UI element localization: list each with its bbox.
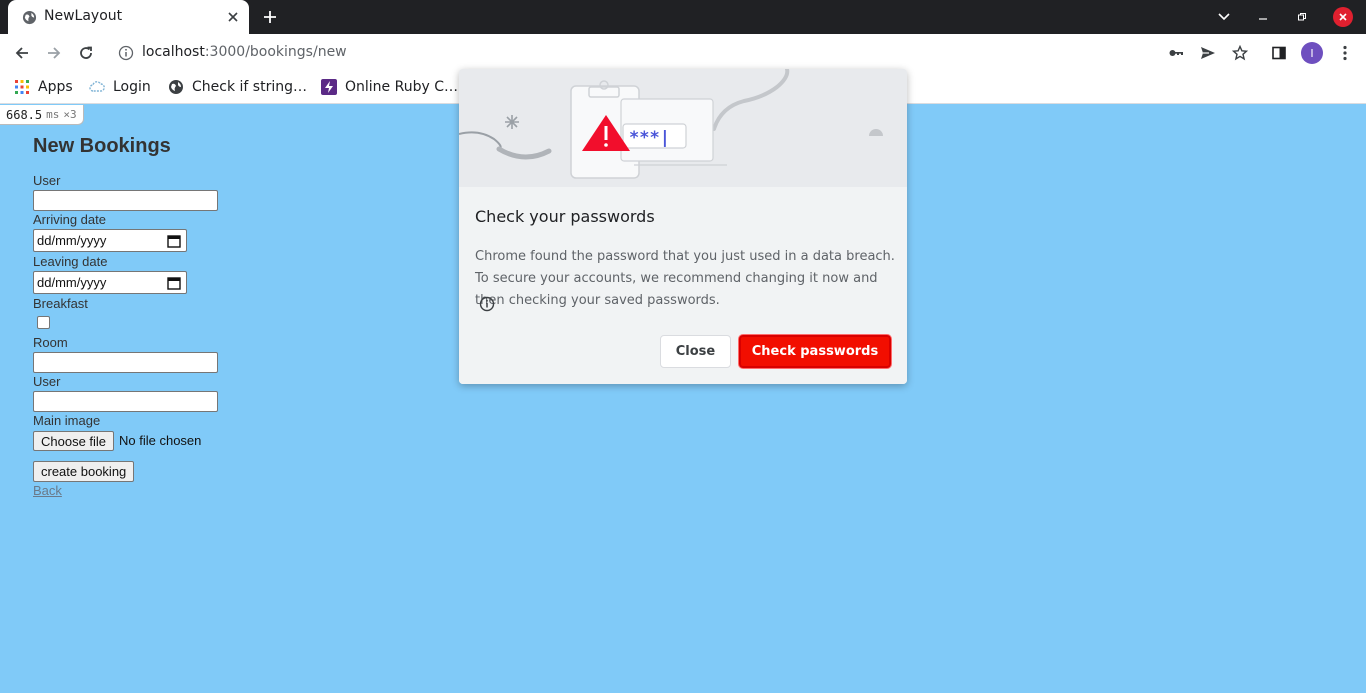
minimize-icon bbox=[1259, 18, 1267, 20]
forward-button[interactable] bbox=[43, 42, 65, 64]
cloud-icon bbox=[89, 81, 105, 92]
perf-value: 668.5 bbox=[6, 107, 43, 122]
bookmark-label: Check if string… bbox=[192, 79, 307, 95]
bookmark-check-string[interactable]: Check if string… bbox=[168, 77, 307, 97]
leaving-date-placeholder: dd/mm/yyyy bbox=[37, 275, 107, 290]
profile-avatar[interactable]: I bbox=[1301, 42, 1323, 64]
more-vertical-icon bbox=[1343, 45, 1347, 61]
dialog-message: Chrome found the password that you just … bbox=[475, 249, 895, 308]
globe-icon bbox=[22, 10, 37, 25]
plus-icon bbox=[264, 11, 276, 23]
perf-count: ×3 bbox=[63, 108, 77, 121]
send-icon bbox=[1201, 47, 1215, 59]
info-icon[interactable] bbox=[118, 45, 134, 61]
close-icon bbox=[1339, 13, 1347, 21]
tab-search-button[interactable] bbox=[1215, 8, 1233, 26]
chevron-down-icon bbox=[1218, 13, 1230, 21]
restore-icon bbox=[1298, 13, 1306, 21]
password-check-dialog: ***| Check your passwords Chrome found t… bbox=[459, 69, 907, 384]
bookmark-label: Apps bbox=[38, 79, 73, 95]
password-warning-illustration: ***| bbox=[459, 69, 883, 179]
chrome-menu-button[interactable] bbox=[1334, 42, 1356, 64]
reload-icon bbox=[80, 46, 92, 59]
masked-password: ***| bbox=[629, 128, 670, 148]
bookmark-online-ruby[interactable]: Online Ruby C… bbox=[321, 77, 458, 97]
leaving-date-input[interactable]: dd/mm/yyyy bbox=[33, 271, 187, 294]
close-window-button[interactable] bbox=[1333, 7, 1353, 27]
send-to-device-button[interactable] bbox=[1197, 42, 1219, 64]
side-panel-icon bbox=[1272, 46, 1286, 60]
user-input[interactable] bbox=[33, 190, 218, 211]
tab-title: NewLayout bbox=[44, 8, 123, 24]
room-input[interactable] bbox=[33, 352, 218, 373]
url-host: localhost bbox=[142, 44, 205, 60]
perf-unit: ms bbox=[46, 108, 60, 121]
create-booking-button[interactable]: create booking bbox=[33, 461, 135, 482]
user-label-2: User bbox=[33, 374, 61, 389]
main-image-label: Main image bbox=[33, 413, 101, 428]
arriving-date-input[interactable]: dd/mm/yyyy bbox=[33, 229, 187, 252]
url-text[interactable]: localhost:3000/bookings/new bbox=[142, 44, 347, 60]
user-input-2[interactable] bbox=[33, 391, 218, 412]
user-label: User bbox=[33, 173, 61, 188]
performance-badge[interactable]: 668.5 ms ×3 bbox=[0, 105, 84, 125]
side-panel-button[interactable] bbox=[1268, 42, 1290, 64]
dialog-illustration: ***| bbox=[459, 69, 907, 187]
room-label: Room bbox=[33, 335, 68, 350]
page-title: New Bookings bbox=[33, 135, 171, 157]
restore-button[interactable] bbox=[1293, 8, 1311, 26]
arrow-left-icon bbox=[15, 47, 28, 59]
bookmark-star-button[interactable] bbox=[1229, 42, 1251, 64]
browser-tab[interactable]: NewLayout bbox=[8, 0, 249, 34]
url-path: :3000/bookings/new bbox=[204, 44, 347, 60]
breakfast-label: Breakfast bbox=[33, 296, 88, 311]
arrow-right-icon bbox=[48, 47, 61, 59]
bookmark-apps[interactable]: Apps bbox=[14, 77, 73, 97]
calendar-icon[interactable] bbox=[167, 234, 181, 248]
info-icon[interactable] bbox=[478, 295, 496, 313]
avatar-initial: I bbox=[1310, 46, 1314, 60]
arriving-date-placeholder: dd/mm/yyyy bbox=[37, 233, 107, 248]
check-passwords-button[interactable]: Check passwords bbox=[739, 335, 891, 368]
reload-button[interactable] bbox=[75, 42, 97, 64]
close-button[interactable]: Close bbox=[660, 335, 731, 368]
breakfast-checkbox[interactable] bbox=[37, 316, 50, 329]
back-link[interactable]: Back bbox=[33, 483, 62, 498]
arriving-date-label: Arriving date bbox=[33, 212, 106, 227]
leaving-date-label: Leaving date bbox=[33, 254, 108, 269]
tab-strip: NewLayout bbox=[0, 0, 1366, 34]
bolt-icon bbox=[321, 79, 337, 95]
globe-icon bbox=[169, 80, 183, 94]
back-button[interactable] bbox=[11, 42, 33, 64]
bookmark-label: Online Ruby C… bbox=[345, 79, 458, 95]
minimize-button[interactable] bbox=[1254, 8, 1272, 26]
choose-file-button[interactable]: Choose file bbox=[33, 431, 115, 451]
new-tab-button[interactable] bbox=[259, 6, 281, 28]
star-icon bbox=[1232, 45, 1248, 61]
bookmark-label: Login bbox=[113, 79, 151, 95]
key-icon bbox=[1169, 50, 1183, 56]
dialog-title: Check your passwords bbox=[475, 207, 655, 226]
tab-close-icon[interactable] bbox=[223, 7, 243, 27]
password-key-button[interactable] bbox=[1165, 42, 1187, 64]
file-status: No file chosen bbox=[119, 433, 202, 448]
calendar-icon[interactable] bbox=[167, 276, 181, 290]
apps-grid-icon bbox=[15, 80, 29, 94]
bookmark-login[interactable]: Login bbox=[89, 77, 151, 97]
